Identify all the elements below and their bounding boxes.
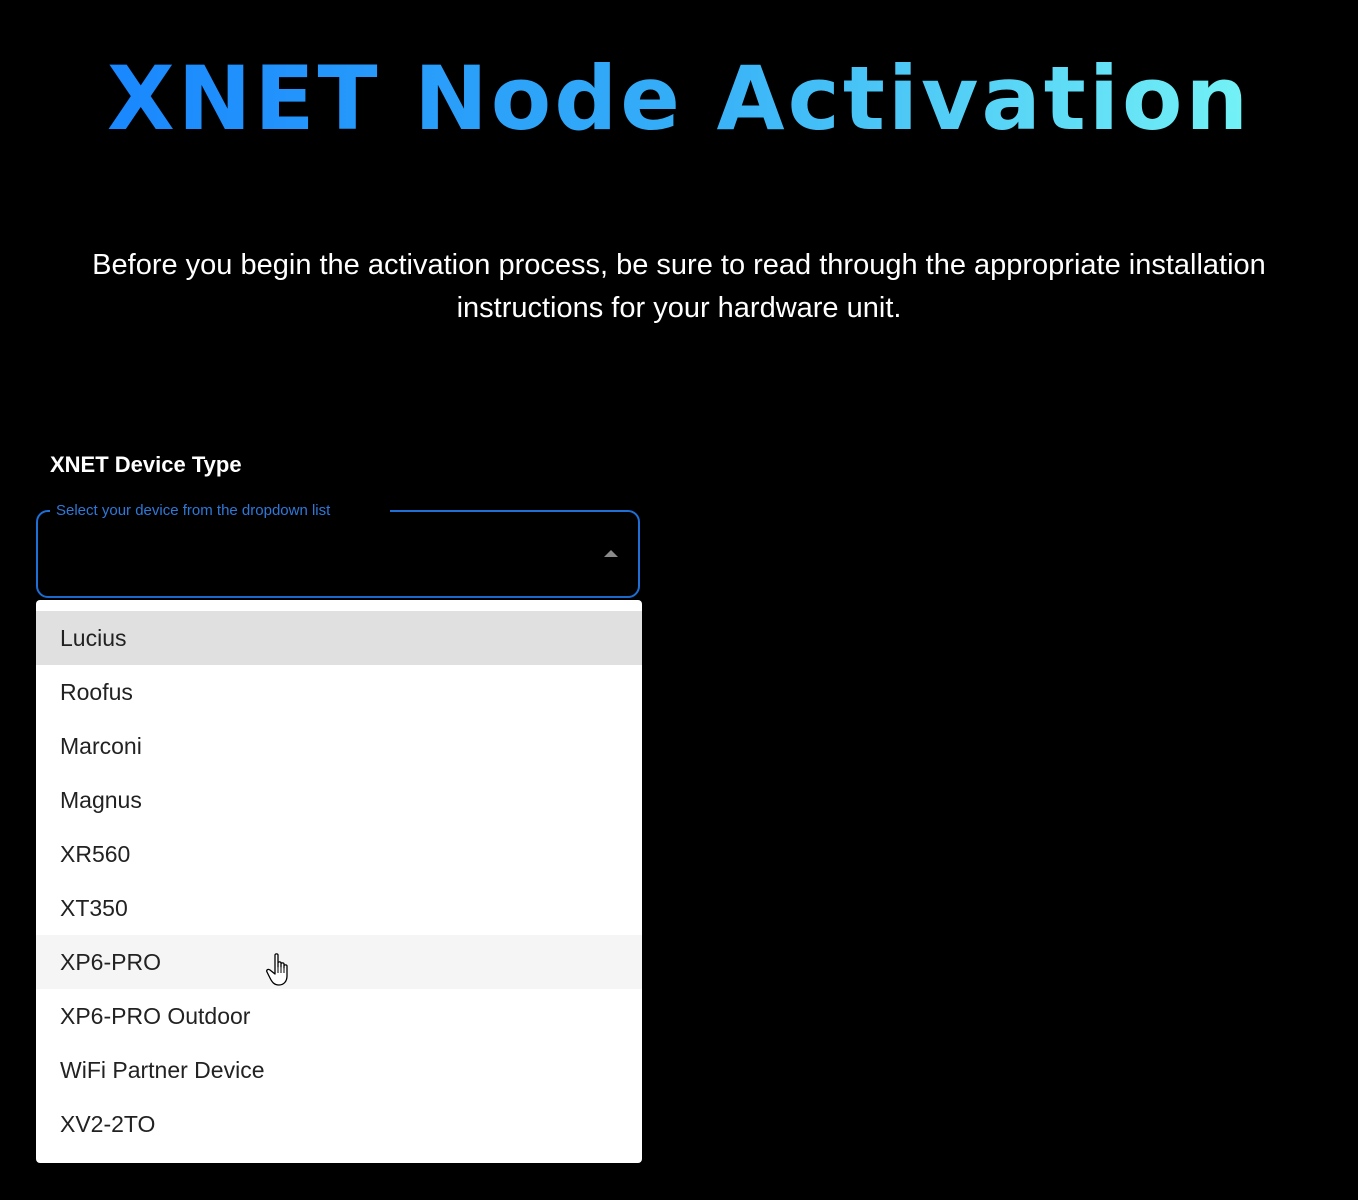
page-title: XNET Node Activation xyxy=(0,44,1358,154)
dropdown-option-xp6-pro[interactable]: XP6-PRO xyxy=(36,935,642,989)
dropdown-option-xr560[interactable]: XR560 xyxy=(36,827,642,881)
device-type-label: XNET Device Type xyxy=(50,452,242,477)
dropdown-option-marconi[interactable]: Marconi xyxy=(36,719,642,773)
caret-up-icon[interactable] xyxy=(604,550,618,557)
dropdown-option-xp6-pro-outdoor[interactable]: XP6-PRO Outdoor xyxy=(36,989,642,1043)
hand-pointer-icon xyxy=(266,953,288,986)
intro-text: Before you begin the activation process,… xyxy=(92,249,1266,324)
select-placeholder: Select your device from the dropdown lis… xyxy=(50,502,390,520)
dropdown-option-wifi-partner-device[interactable]: WiFi Partner Device xyxy=(36,1043,642,1097)
dropdown-option-roofus[interactable]: Roofus xyxy=(36,665,642,719)
dropdown-option-magnus[interactable]: Magnus xyxy=(36,773,642,827)
device-dropdown-menu: Lucius Roofus Marconi Magnus XR560 XT350… xyxy=(36,600,642,1163)
dropdown-option-xv2-2to[interactable]: XV2-2TO xyxy=(36,1097,642,1151)
device-type-select[interactable]: Select your device from the dropdown lis… xyxy=(36,502,640,598)
dropdown-option-lucius[interactable]: Lucius xyxy=(36,611,642,665)
dropdown-option-xt350[interactable]: XT350 xyxy=(36,881,642,935)
